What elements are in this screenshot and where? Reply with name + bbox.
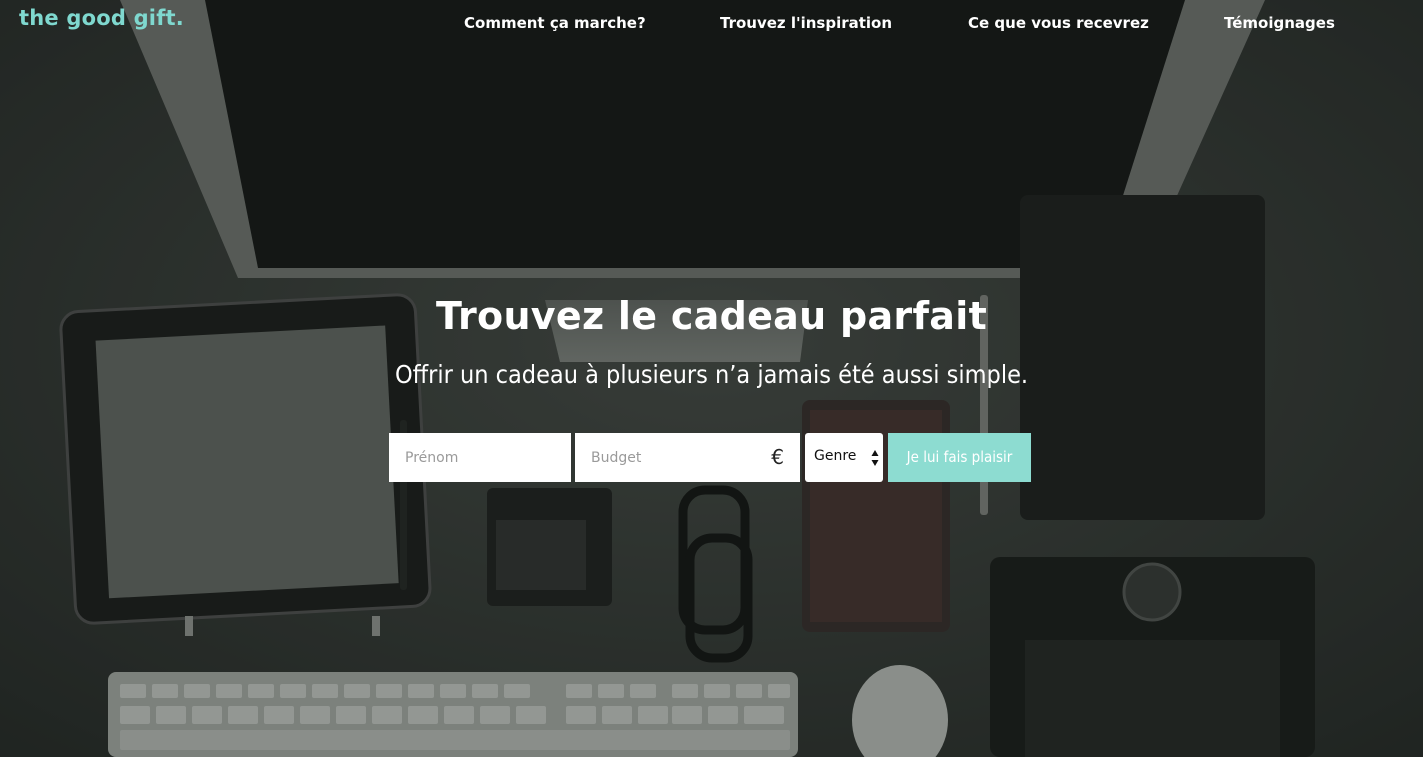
firstname-input[interactable] [389,433,571,482]
submit-button[interactable]: Je lui fais plaisir [888,433,1031,482]
nav-how-it-works[interactable]: Comment ça marche? [464,14,646,32]
nav-inspiration[interactable]: Trouvez l'inspiration [720,14,892,32]
budget-input[interactable] [575,433,800,482]
firstname-field-wrap [389,433,571,482]
gender-select-value: Genre [814,448,857,464]
hero-title: Trouvez le cadeau parfait [435,294,988,338]
main-nav: Comment ça marche? Trouvez l'inspiration… [0,14,1423,38]
nav-what-you-receive[interactable]: Ce que vous recevrez [968,14,1149,32]
hero-subtitle: Offrir un cadeau à plusieurs n’a jamais … [394,360,1029,389]
select-arrows-icon [871,450,879,466]
hero-section: the good gift. Comment ça marche? Trouve… [0,0,1423,757]
gender-select[interactable]: Genre [805,433,883,482]
budget-field-wrap: € [575,433,800,482]
nav-testimonials[interactable]: Témoignages [1224,14,1335,32]
euro-icon: € [771,445,784,469]
